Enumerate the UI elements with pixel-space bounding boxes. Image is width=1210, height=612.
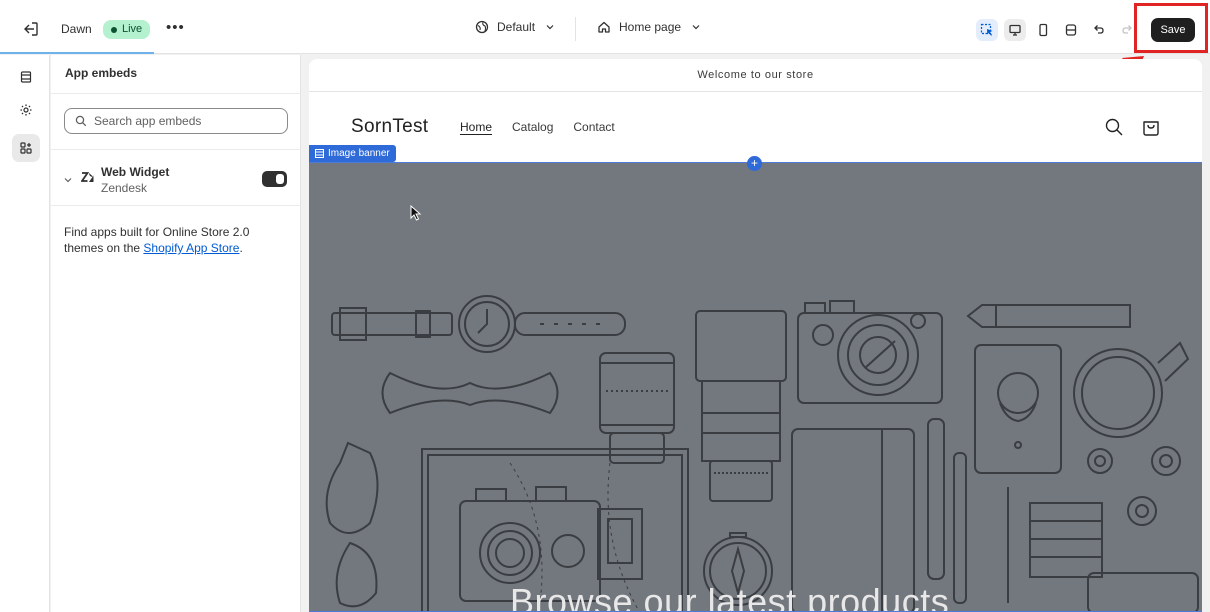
home-icon [598,21,610,33]
search-input[interactable] [94,114,274,128]
banner-heading: Browse our latest products [510,581,950,612]
search-app-embeds-field[interactable] [64,108,288,134]
fullscreen-view-button[interactable] [1060,19,1082,41]
panel-divider [51,205,301,206]
sections-nav-button[interactable] [12,63,40,91]
template-picker[interactable]: Default [475,20,555,34]
chevron-down-icon [692,25,700,30]
add-section-button[interactable]: + [747,156,762,171]
undo-button[interactable] [1088,19,1110,41]
globe-icon [475,20,489,34]
select-cursor-icon [980,23,993,36]
image-banner[interactable]: Browse our latest products [309,162,1202,612]
image-banner-section-tag[interactable]: Image banner [309,145,396,162]
theme-name: Dawn [61,22,92,36]
embed-provider: Zendesk [101,181,148,195]
chevron-down-icon [546,25,554,30]
shopify-app-store-link[interactable]: Shopify App Store [143,241,239,255]
storefront-preview: Welcome to our store SornTest Home Catal… [309,59,1202,612]
cart-icon[interactable] [1141,117,1161,137]
app-embeds-nav-button[interactable] [12,134,40,162]
live-badge-label: Live [122,23,143,35]
chevron-down-icon[interactable] [63,175,73,185]
search-icon[interactable] [1104,117,1124,137]
toggle-knob [276,174,284,184]
toolbar-divider [575,17,576,41]
panel-title: App embeds [65,66,138,80]
embed-name: Web Widget [101,165,170,179]
page-picker[interactable]: Home page [597,20,701,34]
editor-nav-rail [0,55,50,612]
embed-enabled-toggle[interactable] [262,171,287,187]
inspector-toggle-button[interactable] [976,19,998,41]
help-suffix: . [239,241,243,255]
app-store-help-text: Find apps built for Online Store 2.0 the… [64,224,292,256]
live-dot-icon [111,26,117,33]
search-icon [75,115,87,127]
banner-illustration [325,295,1199,611]
loading-progress-bar [0,52,154,54]
desktop-view-button[interactable] [1004,19,1026,41]
header-nav: Home Catalog Contact [460,120,615,134]
mobile-icon [1039,23,1048,37]
section-icon [315,149,324,158]
live-badge: Live [103,20,151,39]
template-picker-label: Default [497,20,536,34]
nav-link-contact[interactable]: Contact [573,120,614,134]
editor-topbar: Dawn Live ••• Default Home page Save [0,0,1210,54]
mobile-view-button[interactable] [1032,19,1054,41]
gear-icon [20,104,32,116]
announcement-bar[interactable]: Welcome to our store [309,59,1202,92]
store-logo[interactable]: SornTest [351,116,428,138]
expand-icon [1065,24,1077,36]
desktop-icon [1009,24,1021,36]
panel-divider [51,93,301,94]
mouse-cursor-icon [410,205,422,221]
exit-icon[interactable] [22,20,40,38]
app-embed-item[interactable]: Web Widget Zendesk [51,150,301,204]
page-picker-label: Home page [619,20,682,34]
nav-link-home[interactable]: Home [460,120,492,134]
theme-settings-nav-button[interactable] [12,96,40,124]
undo-icon [1094,25,1104,34]
apps-icon [20,142,32,154]
sections-icon [20,71,32,83]
zendesk-logo-icon [81,172,94,182]
nav-link-catalog[interactable]: Catalog [512,120,553,134]
app-embeds-panel: App embeds Web Widget Zendesk Find apps … [51,55,301,612]
more-actions-button[interactable]: ••• [166,19,185,36]
preview-toolbar [976,18,1138,42]
section-tag-label: Image banner [328,148,390,159]
redo-icon [1122,25,1132,34]
save-highlight-box [1134,3,1208,53]
